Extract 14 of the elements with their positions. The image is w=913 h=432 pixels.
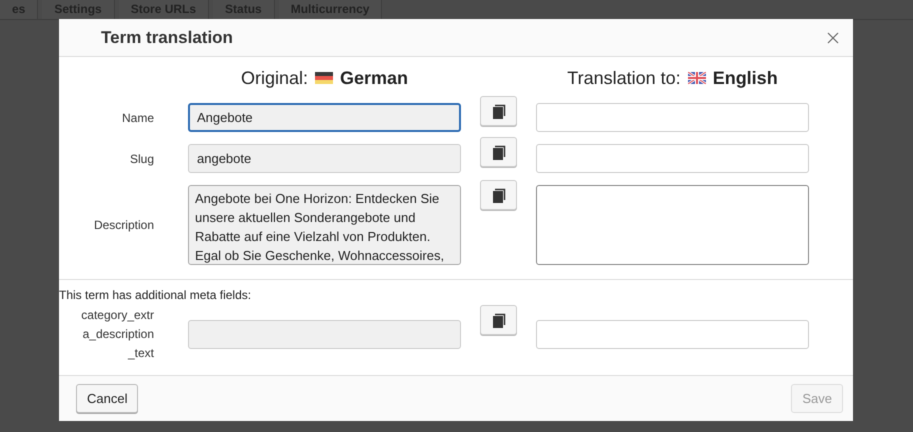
field-label: Slug <box>128 150 154 168</box>
field-label: Description <box>92 217 154 234</box>
original-textarea[interactable]: Angebote bei One Horizon: Entdecken Sie unsere aktuellen Sonderangebote und Rabatte auf eine Vielzahl von Produkten. Egal ob Sie Geschenke, Wohnaccessoires, <box>188 185 461 265</box>
dialog-title: Term translation <box>101 28 233 48</box>
translation-language: English <box>712 68 778 88</box>
cancel-button[interactable]: Cancel <box>76 384 138 413</box>
translation-label: Translation to: <box>567 68 681 88</box>
meta-note: This term has additional meta fields: <box>59 288 252 302</box>
original-language: German <box>340 68 408 88</box>
field-label: category_extr a_description _text <box>80 307 154 362</box>
original-input[interactable]: angebote <box>188 144 461 173</box>
field-label: Name <box>120 110 154 126</box>
original-label: Original: <box>240 68 308 88</box>
original-input[interactable]: Angebote <box>188 103 461 132</box>
